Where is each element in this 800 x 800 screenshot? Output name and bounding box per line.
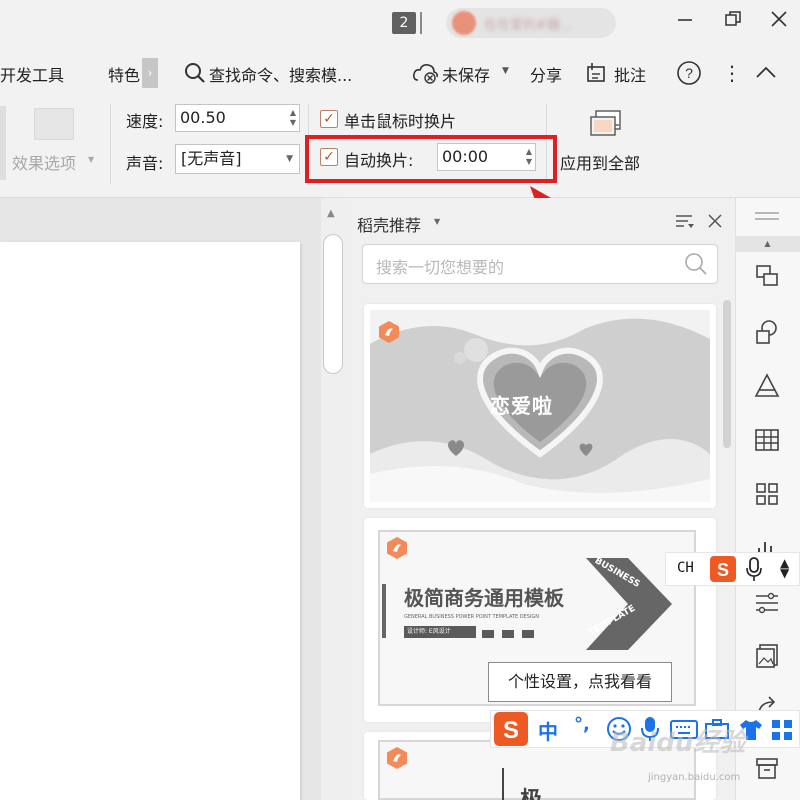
svg-text:S: S: [503, 717, 519, 744]
collapse-ribbon-icon[interactable]: [754, 62, 778, 86]
apply-to-all-icon[interactable]: [588, 108, 624, 146]
ime-punctuation-mode[interactable]: °,: [574, 714, 590, 735]
sidebar-collapse-button[interactable]: ▲: [735, 236, 800, 252]
close-icon: [771, 11, 787, 27]
panel-title[interactable]: 稻壳推荐: [357, 212, 421, 236]
search-command-field[interactable]: 查找命令、搜索模...: [209, 62, 352, 86]
more-options-icon[interactable]: ⋮: [722, 60, 742, 86]
effect-options-button[interactable]: 效果选项: [12, 150, 76, 174]
cloud-unsaved-icon[interactable]: [412, 62, 438, 88]
template-dot: [522, 630, 534, 638]
panel-search-placeholder: 搜索一切您想要的: [376, 258, 505, 277]
watermark-logo: Baidu经验: [610, 728, 746, 758]
restore-icon: [725, 11, 741, 26]
effect-options-icon[interactable]: [34, 108, 74, 140]
tab-special-features[interactable]: 特色: [108, 62, 140, 86]
close-window-button[interactable]: [766, 10, 792, 36]
apps-grid-icon[interactable]: [752, 480, 782, 510]
speed-value: 00.50: [180, 108, 226, 127]
help-icon[interactable]: ?: [676, 60, 702, 90]
ribbon-left-edge: [0, 106, 6, 180]
chevron-down-icon[interactable]: ▼: [502, 66, 509, 76]
search-icon[interactable]: [684, 252, 708, 280]
ime-expand-icon[interactable]: ▲ ▼: [780, 557, 789, 579]
settings-sliders-icon[interactable]: [752, 588, 782, 618]
annotate-icon[interactable]: [584, 61, 608, 89]
template-title: 极: [520, 782, 542, 800]
docer-logo-icon: [386, 536, 408, 564]
shapes-icon[interactable]: [752, 318, 782, 348]
sidebar-handle[interactable]: [755, 218, 779, 220]
table-icon[interactable]: [752, 426, 782, 456]
menu-scroll-right-button[interactable]: ›: [142, 58, 158, 88]
avatar[interactable]: [452, 11, 476, 35]
image-gallery-icon[interactable]: [752, 642, 782, 672]
sogou-logo-icon[interactable]: S: [494, 712, 528, 750]
highlight-box: [305, 135, 557, 183]
user-name[interactable]: 在在爱的#糖...: [484, 14, 572, 33]
archive-icon[interactable]: [752, 754, 782, 784]
click-advance-label[interactable]: 单击鼠标时换片: [344, 108, 456, 132]
watermark-url: jingyan.baidu.com: [648, 772, 741, 783]
unsaved-status[interactable]: 未保存: [442, 62, 490, 86]
template-accent-bar: [502, 768, 504, 800]
svg-text:S: S: [717, 560, 729, 580]
window-count-badge[interactable]: 2: [392, 12, 416, 34]
scrollbar-thumb[interactable]: [323, 234, 343, 374]
sound-select[interactable]: [无声音] ▼: [175, 144, 300, 174]
chevron-down-icon: ▼: [286, 154, 293, 164]
template-dot: [502, 630, 514, 638]
template-title: 极简商务通用模板: [404, 586, 564, 610]
template-subtitle: GENERAL BUSINESS POWER POINT TEMPLATE DE…: [404, 614, 540, 620]
ime-chinese-mode[interactable]: 中: [538, 716, 558, 745]
sound-value: [无声音]: [181, 149, 242, 168]
checkmark-icon: ✓: [323, 111, 335, 127]
panel-scrollbar[interactable]: [723, 300, 731, 448]
sogou-logo-icon[interactable]: S: [710, 556, 736, 586]
ime-menu-grid-icon[interactable]: [770, 718, 794, 746]
speed-label: 速度:: [126, 112, 164, 131]
effect-options-caret-icon: ▼: [88, 155, 95, 164]
chevron-right-icon: ›: [147, 66, 153, 80]
svg-text:?: ?: [685, 65, 693, 81]
ime-language-label[interactable]: CH: [677, 560, 694, 576]
spinner-arrows-icon[interactable]: ▲ ▼: [290, 108, 296, 128]
text-style-icon[interactable]: [752, 372, 782, 402]
restore-button[interactable]: [720, 10, 746, 36]
annotate-button[interactable]: 批注: [614, 62, 646, 86]
window-count-divider: [420, 12, 422, 34]
click-advance-checkbox[interactable]: ✓: [320, 110, 338, 128]
template-designer-tag: 设计师: E风设计: [404, 626, 476, 638]
docer-logo-icon: [386, 746, 408, 774]
minimize-icon: [678, 19, 692, 21]
panel-menu-icon[interactable]: [674, 213, 696, 233]
ime-tooltip: 个性设置，点我看看: [488, 662, 672, 702]
scroll-up-icon[interactable]: ▲: [327, 208, 335, 219]
chevron-down-icon[interactable]: ▼: [434, 217, 440, 226]
chevron-up-icon: ▲: [764, 239, 771, 248]
template-title: 恋爱啦: [490, 394, 553, 418]
template-dot: [482, 630, 494, 638]
slide-canvas[interactable]: [0, 242, 300, 800]
panel-close-icon[interactable]: [707, 213, 723, 233]
docer-logo-icon: [378, 320, 400, 348]
sidebar-handle[interactable]: [755, 212, 779, 214]
apply-to-all-button[interactable]: 应用到全部: [560, 150, 640, 174]
ribbon-divider: [110, 104, 111, 184]
microphone-icon[interactable]: [744, 556, 764, 586]
minimize-button[interactable]: [672, 10, 698, 36]
slide-switch-icon[interactable]: [752, 262, 782, 292]
template-card-love[interactable]: 恋爱啦: [364, 304, 716, 508]
share-button[interactable]: 分享: [530, 62, 562, 86]
sound-label: 声音:: [126, 154, 164, 173]
tab-developer-tools[interactable]: 开发工具: [0, 62, 64, 86]
search-command-icon[interactable]: [184, 62, 206, 88]
speed-input[interactable]: 00.50 ▲ ▼: [175, 104, 300, 132]
template-accent-bar: [382, 584, 386, 638]
